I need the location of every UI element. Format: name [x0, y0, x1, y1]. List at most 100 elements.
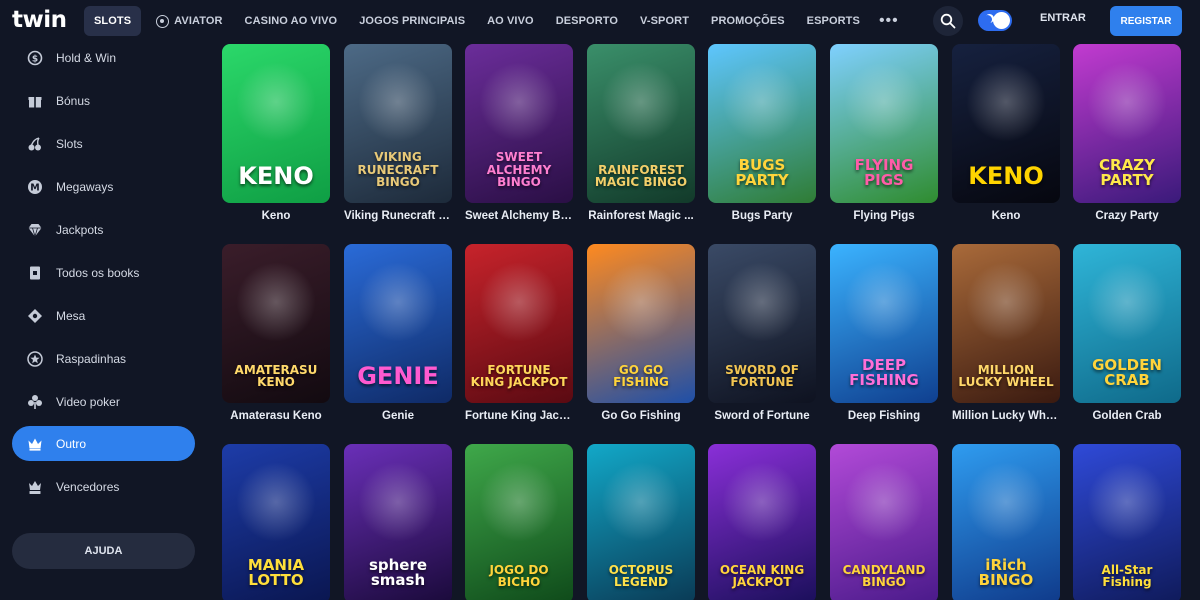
game-card[interactable]: FORTUNE KING JACKPOT Fortune King Jack... [465, 244, 573, 422]
game-thumbnail[interactable]: GOLDEN CRAB [1073, 244, 1181, 403]
game-title[interactable]: Million Lucky Wheel [952, 410, 1060, 422]
nav-item-desporto[interactable]: DESPORTO [545, 6, 629, 36]
game-thumbnail[interactable]: MILLION LUCKY WHEEL [952, 244, 1060, 403]
game-thumbnail[interactable]: GO GO FISHING [587, 244, 695, 403]
game-thumbnail[interactable]: sphere smash [344, 444, 452, 600]
nav-item-esports[interactable]: ESPORTS [796, 6, 871, 36]
game-thumbnail[interactable]: All-Star Fishing [1073, 444, 1181, 600]
sidebar-item-outro[interactable]: Outro [12, 426, 195, 461]
game-logo-text: MILLION LUCKY WHEEL [958, 362, 1054, 390]
game-thumbnail[interactable]: RAINFOREST MAGIC BINGO [587, 44, 695, 203]
game-logo-text: KENO [968, 161, 1044, 190]
thumbnail-glow [601, 262, 681, 342]
more-menu-button[interactable]: ••• [871, 12, 907, 30]
clubs-icon [26, 393, 44, 411]
game-thumbnail[interactable]: iRich BINGO [952, 444, 1060, 600]
game-thumbnail[interactable]: CRAZY PARTY [1073, 44, 1181, 203]
nav-item-ao-vivo[interactable]: AO VIVO [476, 6, 545, 36]
nav-item-aviator[interactable]: AVIATOR [145, 6, 233, 36]
theme-toggle[interactable] [978, 10, 1012, 31]
game-card[interactable]: OCTOPUS LEGEND [587, 444, 695, 600]
game-card[interactable]: GENIE Genie [344, 244, 452, 422]
game-card[interactable]: CANDYLAND BINGO [830, 444, 938, 600]
nav-item-label: JOGOS PRINCIPAIS [359, 15, 466, 27]
sidebar-item-jackpots[interactable]: Jackpots [12, 212, 195, 247]
game-card[interactable]: OCEAN KING JACKPOT [708, 444, 816, 600]
game-thumbnail[interactable]: BUGS PARTY [708, 44, 816, 203]
register-button[interactable]: REGISTAR [1110, 6, 1182, 36]
game-card[interactable]: CRAZY PARTY Crazy Party [1073, 44, 1181, 222]
game-thumbnail[interactable]: JOGO DO BICHO [465, 444, 573, 600]
game-card[interactable]: BUGS PARTY Bugs Party [708, 44, 816, 222]
game-title[interactable]: Rainforest Magic ... [587, 210, 695, 222]
game-title[interactable]: Viking Runecraft B... [344, 210, 452, 222]
game-card[interactable]: JOGO DO BICHO [465, 444, 573, 600]
game-title[interactable]: Bugs Party [708, 210, 816, 222]
game-card[interactable]: VIKING RUNECRAFT BINGO Viking Runecraft B… [344, 44, 452, 222]
nav-item-promo-es[interactable]: PROMOÇÕES [700, 6, 796, 36]
login-button[interactable]: ENTRAR [1040, 12, 1086, 24]
game-card[interactable]: SWORD OF FORTUNE Sword of Fortune [708, 244, 816, 422]
sidebar-item-label: Mesa [56, 308, 86, 323]
game-thumbnail[interactable]: KENO [222, 44, 330, 203]
game-thumbnail[interactable]: GENIE [344, 244, 452, 403]
nav-item-jogos-principais[interactable]: JOGOS PRINCIPAIS [348, 6, 476, 36]
nav-item-slots[interactable]: SLOTS [84, 6, 142, 36]
game-title[interactable]: Fortune King Jack... [465, 410, 573, 422]
game-title[interactable]: Sword of Fortune [708, 410, 816, 422]
game-thumbnail[interactable]: VIKING RUNECRAFT BINGO [344, 44, 452, 203]
game-thumbnail[interactable]: OCEAN KING JACKPOT [708, 444, 816, 600]
game-title[interactable]: Golden Crab [1073, 410, 1181, 422]
game-card[interactable]: sphere smash [344, 444, 452, 600]
game-card[interactable]: MILLION LUCKY WHEEL Million Lucky Wheel [952, 244, 1060, 422]
sidebar-item-raspadinhas[interactable]: Raspadinhas [12, 341, 195, 376]
game-thumbnail[interactable]: KENO [952, 44, 1060, 203]
game-thumbnail[interactable]: FLYING PIGS [830, 44, 938, 203]
sidebar-item-label: Outro [56, 436, 87, 451]
nav-item-v-sport[interactable]: V-SPORT [629, 6, 700, 36]
game-title[interactable]: Amaterasu Keno [222, 410, 330, 422]
game-thumbnail[interactable]: FORTUNE KING JACKPOT [465, 244, 573, 403]
game-title[interactable]: Keno [222, 210, 330, 222]
sidebar-item-megaways[interactable]: M Megaways [12, 169, 195, 204]
game-card[interactable]: GOLDEN CRAB Golden Crab [1073, 244, 1181, 422]
game-thumbnail[interactable]: MANIA LOTTO [222, 444, 330, 600]
brand-logo[interactable]: twin [12, 7, 67, 33]
game-card[interactable]: DEEP FISHING Deep Fishing [830, 244, 938, 422]
sidebar-item-slots[interactable]: Slots [12, 126, 195, 161]
game-card[interactable]: FLYING PIGS Flying Pigs [830, 44, 938, 222]
game-title[interactable]: Go Go Fishing [587, 410, 695, 422]
game-title[interactable]: Sweet Alchemy Bi... [465, 210, 573, 222]
game-thumbnail[interactable]: SWORD OF FORTUNE [708, 244, 816, 403]
game-card[interactable]: AMATERASU KENO Amaterasu Keno [222, 244, 330, 422]
game-card[interactable]: MANIA LOTTO [222, 444, 330, 600]
game-title[interactable]: Crazy Party [1073, 210, 1181, 222]
sidebar-item-mesa[interactable]: Mesa [12, 298, 195, 333]
game-card[interactable]: All-Star Fishing [1073, 444, 1181, 600]
game-card[interactable]: RAINFOREST MAGIC BINGO Rainforest Magic .… [587, 44, 695, 222]
game-thumbnail[interactable]: AMATERASU KENO [222, 244, 330, 403]
game-title[interactable]: Keno [952, 210, 1060, 222]
sidebar-item-todos-os-books[interactable]: Todos os books [12, 255, 195, 290]
game-card[interactable]: SWEET ALCHEMY BINGO Sweet Alchemy Bi... [465, 44, 573, 222]
game-title[interactable]: Deep Fishing [830, 410, 938, 422]
nav-item-casino-ao-vivo[interactable]: CASINO AO VIVO [234, 6, 349, 36]
sidebar-item-vencedores[interactable]: Vencedores [12, 469, 195, 504]
search-button[interactable] [933, 6, 963, 36]
thumbnail-glow [966, 262, 1046, 342]
game-thumbnail[interactable]: DEEP FISHING [830, 244, 938, 403]
game-card[interactable]: GO GO FISHING Go Go Fishing [587, 244, 695, 422]
sidebar-item-hold-win[interactable]: $ Hold & Win [12, 40, 195, 75]
game-title[interactable]: Flying Pigs [830, 210, 938, 222]
game-card[interactable]: KENO Keno [222, 44, 330, 222]
game-thumbnail[interactable]: SWEET ALCHEMY BINGO [465, 44, 573, 203]
game-thumbnail[interactable]: OCTOPUS LEGEND [587, 444, 695, 600]
game-card[interactable]: KENO Keno [952, 44, 1060, 222]
sidebar-item-b-nus[interactable]: Bónus [12, 83, 195, 118]
game-title[interactable]: Genie [344, 410, 452, 422]
help-button[interactable]: AJUDA [12, 533, 195, 569]
game-thumbnail[interactable]: CANDYLAND BINGO [830, 444, 938, 600]
thumbnail-glow [236, 262, 316, 342]
sidebar-item-video-poker[interactable]: Video poker [12, 384, 195, 419]
game-card[interactable]: iRich BINGO [952, 444, 1060, 600]
